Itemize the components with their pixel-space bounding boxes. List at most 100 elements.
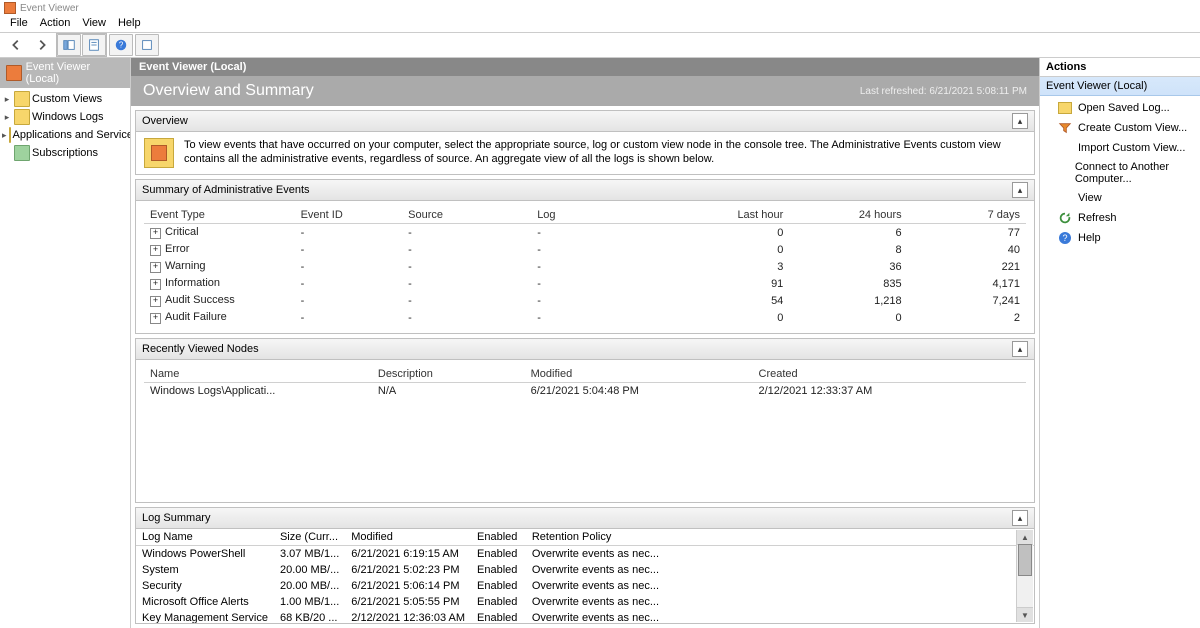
cell: 3 — [660, 258, 789, 275]
col-header[interactable]: Last hour — [660, 207, 789, 224]
col-header[interactable]: 7 days — [908, 207, 1026, 224]
tree-item[interactable]: ▸ Custom Views — [0, 90, 130, 108]
col-header[interactable]: Name — [144, 366, 372, 383]
action-item[interactable]: Connect to Another Computer... — [1040, 158, 1200, 188]
menu-action[interactable]: Action — [40, 17, 71, 29]
tree-header[interactable]: Event Viewer (Local) — [0, 58, 130, 88]
col-header[interactable]: Size (Curr... — [274, 529, 345, 546]
table-row[interactable]: Key Management Service68 KB/20 ...2/12/2… — [136, 610, 1034, 623]
recent-header[interactable]: Recently Viewed Nodes ▴ — [136, 339, 1034, 360]
collapse-icon[interactable]: ▴ — [1012, 113, 1028, 129]
col-header[interactable]: Retention Policy — [526, 529, 1034, 546]
scroll-down-icon[interactable]: ▼ — [1017, 607, 1033, 622]
tree-item[interactable]: Subscriptions — [0, 144, 130, 162]
expand-icon[interactable]: ▸ — [2, 94, 12, 105]
cell: Enabled — [471, 610, 526, 623]
action-item[interactable]: Open Saved Log... — [1040, 98, 1200, 118]
center-title: Event Viewer (Local) — [131, 58, 1039, 76]
table-row[interactable]: +Audit Success---541,2187,241 — [144, 292, 1026, 309]
table-row[interactable]: System20.00 MB/...6/21/2021 5:02:23 PMEn… — [136, 562, 1034, 578]
cell: 0 — [660, 224, 789, 242]
col-header[interactable]: Log — [531, 207, 660, 224]
console-tree: Event Viewer (Local) ▸ Custom Views ▸Windo… — [0, 58, 131, 628]
table-row[interactable]: +Audit Failure---002 — [144, 309, 1026, 326]
expand-icon[interactable]: + — [150, 313, 161, 324]
action-item[interactable]: Refresh — [1040, 208, 1200, 228]
cell: System — [136, 562, 274, 578]
tree-item-label: Custom Views — [32, 93, 102, 105]
cell: 6/21/2021 5:05:55 PM — [345, 594, 471, 610]
expand-icon[interactable]: + — [150, 262, 161, 273]
expand-icon[interactable]: + — [150, 279, 161, 290]
table-row[interactable]: +Information---918354,171 — [144, 275, 1026, 292]
table-row[interactable]: Security20.00 MB/...6/21/2021 5:06:14 PM… — [136, 578, 1034, 594]
last-refreshed: Last refreshed: 6/21/2021 5:08:11 PM — [860, 86, 1027, 97]
expand-icon[interactable]: + — [150, 245, 161, 256]
cell: 4,171 — [908, 275, 1026, 292]
center-subtitle-bar: Overview and Summary Last refreshed: 6/2… — [131, 76, 1039, 106]
tree-item[interactable]: ▸Applications and Services Lo — [0, 126, 130, 144]
col-header[interactable]: Description — [372, 366, 525, 383]
action-item[interactable]: ? Help — [1040, 228, 1200, 248]
cell: - — [531, 241, 660, 258]
scroll-thumb[interactable] — [1018, 544, 1032, 576]
toolbar-showhide-tree[interactable] — [57, 34, 81, 56]
col-header[interactable]: Source — [402, 207, 531, 224]
table-row[interactable]: +Warning---336221 — [144, 258, 1026, 275]
tree-item[interactable]: ▸Windows Logs — [0, 108, 130, 126]
table-row[interactable]: Windows Logs\Applicati...N/A6/21/2021 5:… — [144, 383, 1026, 400]
cell: 1,218 — [789, 292, 907, 309]
expand-icon[interactable]: ▸ — [2, 130, 7, 141]
table-row[interactable]: Windows PowerShell3.07 MB/1...6/21/2021 … — [136, 546, 1034, 563]
collapse-icon[interactable]: ▴ — [1012, 341, 1028, 357]
action-item[interactable]: Import Custom View... — [1040, 138, 1200, 158]
toolbar-extra[interactable] — [135, 34, 159, 56]
expand-icon[interactable]: + — [150, 228, 161, 239]
toolbar-properties[interactable] — [82, 34, 106, 56]
cell: 8 — [789, 241, 907, 258]
actions-context: Event Viewer (Local) — [1040, 77, 1200, 96]
cell: - — [402, 275, 531, 292]
cell: Overwrite events as nec... — [526, 610, 1034, 623]
action-label: Help — [1078, 232, 1101, 244]
col-header[interactable]: Event Type — [144, 207, 295, 224]
help-icon: ? — [1058, 231, 1072, 245]
action-item[interactable]: View — [1040, 188, 1200, 208]
expand-icon[interactable]: ▸ — [2, 112, 12, 123]
action-label: Connect to Another Computer... — [1075, 161, 1194, 185]
col-header[interactable]: 24 hours — [789, 207, 907, 224]
cell: 0 — [660, 241, 789, 258]
scrollbar[interactable]: ▲ ▼ — [1016, 530, 1033, 622]
col-header[interactable]: Modified — [525, 366, 753, 383]
cell: - — [402, 258, 531, 275]
table-row[interactable]: +Critical---0677 — [144, 224, 1026, 242]
cell: - — [402, 224, 531, 242]
logsummary-panel: Log Summary ▴ Log NameSize (Curr...Modif… — [135, 507, 1035, 624]
overview-header[interactable]: Overview ▴ — [136, 111, 1034, 132]
col-header[interactable]: Created — [753, 366, 1027, 383]
col-header[interactable]: Modified — [345, 529, 471, 546]
menu-view[interactable]: View — [82, 17, 106, 29]
expand-icon[interactable]: + — [150, 296, 161, 307]
table-row[interactable]: Microsoft Office Alerts1.00 MB/1...6/21/… — [136, 594, 1034, 610]
menu-file[interactable]: File — [10, 17, 28, 29]
app-icon — [4, 2, 16, 14]
sub-icon — [14, 145, 30, 161]
overview-heading: Overview — [142, 115, 188, 127]
nav-fwd-button[interactable] — [30, 34, 54, 56]
col-header[interactable]: Event ID — [295, 207, 403, 224]
collapse-icon[interactable]: ▴ — [1012, 510, 1028, 526]
col-header[interactable]: Log Name — [136, 529, 274, 546]
scroll-up-icon[interactable]: ▲ — [1017, 530, 1033, 545]
action-item[interactable]: Create Custom View... — [1040, 118, 1200, 138]
menu-help[interactable]: Help — [118, 17, 141, 29]
cell: 2/12/2021 12:33:37 AM — [753, 383, 1027, 400]
table-row[interactable]: +Error---0840 — [144, 241, 1026, 258]
logsummary-header[interactable]: Log Summary ▴ — [136, 508, 1034, 529]
summary-header[interactable]: Summary of Administrative Events ▴ — [136, 180, 1034, 201]
cell-type: +Audit Success — [144, 292, 295, 309]
nav-back-button[interactable] — [4, 34, 28, 56]
collapse-icon[interactable]: ▴ — [1012, 182, 1028, 198]
col-header[interactable]: Enabled — [471, 529, 526, 546]
toolbar-help[interactable]: ? — [109, 34, 133, 56]
